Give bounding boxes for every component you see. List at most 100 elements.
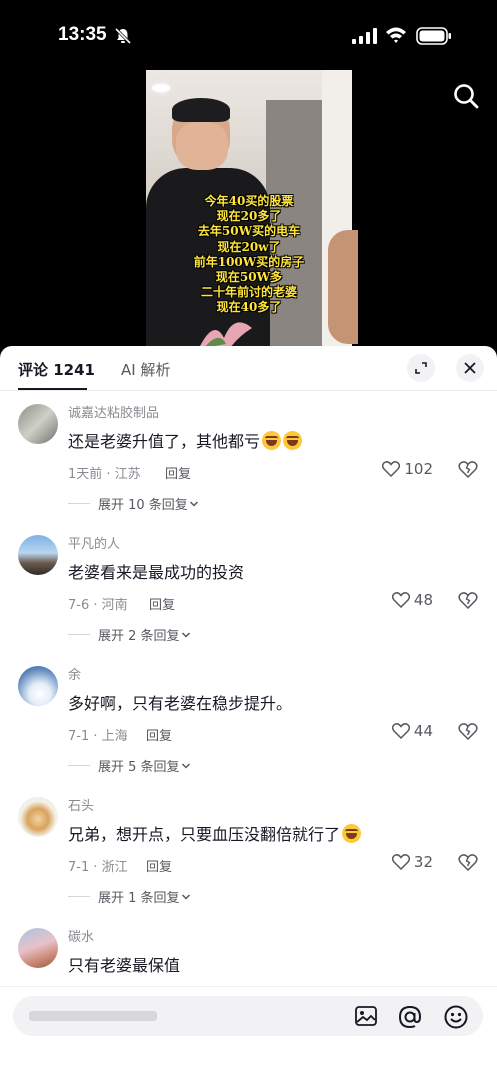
divider <box>68 634 90 635</box>
video-person-hair <box>172 98 230 122</box>
like-count: 44 <box>413 722 433 740</box>
heart-icon <box>391 854 410 870</box>
image-icon[interactable] <box>354 1004 378 1028</box>
tab-underline <box>18 388 87 390</box>
comment-username[interactable]: 诚嘉达粘胶制品 <box>68 402 159 421</box>
expand-replies-label: 展开 10 条回复 <box>98 498 188 513</box>
heart-icon <box>391 723 410 739</box>
comment-username[interactable]: 碳水 <box>68 926 94 945</box>
avatar[interactable] <box>18 666 58 706</box>
battery-icon <box>416 27 451 45</box>
expand-replies-label: 展开 1 条回复 <box>98 891 180 906</box>
video-frame[interactable]: 今年40买的股票 现在20多了 去年50W买的电车 现在20w了 前年100W买… <box>146 70 352 346</box>
status-bar: 13:35 <box>0 0 497 70</box>
comment-input[interactable] <box>13 996 483 1036</box>
avatar[interactable] <box>18 535 58 575</box>
chevron-down-icon <box>189 500 198 507</box>
comment-item: 诚嘉达粘胶制品 还是老婆升值了，其他都亏 1天前 · 江苏 回复 102 展开 … <box>0 395 497 525</box>
heart-icon <box>391 592 410 608</box>
comment-meta: 7-6 · 河南 <box>68 598 128 613</box>
avatar[interactable] <box>18 928 58 968</box>
expand-replies[interactable]: 展开 5 条回复 <box>68 756 192 775</box>
like-button[interactable]: 44 <box>391 722 433 740</box>
reply-button[interactable]: 回复 <box>165 463 191 482</box>
status-time: 13:35 <box>58 24 107 45</box>
comment-tabs: 评论 1241 AI 解析 <box>0 346 497 391</box>
comment-text: 只有老婆最保值 <box>68 956 181 975</box>
dislike-icon[interactable] <box>458 723 478 740</box>
expand-button[interactable] <box>407 354 435 382</box>
divider <box>68 503 90 504</box>
chevron-down-icon <box>181 893 190 900</box>
comment-text: 多好啊，只有老婆在稳步提升。 <box>68 694 293 713</box>
reply-button[interactable]: 回复 <box>149 594 175 613</box>
dislike-icon[interactable] <box>458 592 478 609</box>
wifi-icon <box>386 27 406 43</box>
at-icon[interactable] <box>397 1004 423 1030</box>
caption-line: 现在20w了 <box>217 239 281 254</box>
comment-sheet: 评论 1241 AI 解析 诚嘉达粘胶制品 还是老婆升值了，其他都亏 1天前 ·… <box>0 346 497 1080</box>
laughing-tears-emoji-icon <box>342 824 362 843</box>
comment-text-row: 还是老婆升值了，其他都亏 <box>68 428 303 452</box>
heart-icon <box>382 461 401 477</box>
caption-line: 前年100W买的房子 <box>193 254 305 269</box>
comment-meta: 7-1 · 浙江 <box>68 860 128 875</box>
like-count: 102 <box>404 460 433 478</box>
expand-replies-label: 展开 5 条回复 <box>98 760 180 775</box>
video-caption: 今年40买的股票 现在20多了 去年50W买的电车 现在20w了 前年100W买… <box>146 194 352 316</box>
chevron-down-icon <box>181 631 190 638</box>
tab-ai-analysis[interactable]: AI 解析 <box>121 359 170 380</box>
close-button[interactable] <box>456 354 484 382</box>
comment-input-bar <box>0 986 497 1080</box>
tab-comments[interactable]: 评论 1241 <box>18 359 95 380</box>
comment-item: 余 多好啊，只有老婆在稳步提升。 7-1 · 上海 回复 44 展开 5 条回复 <box>0 657 497 787</box>
avatar[interactable] <box>18 797 58 837</box>
close-icon <box>464 362 476 374</box>
caption-line: 今年40买的股票 <box>204 194 294 208</box>
dislike-icon[interactable] <box>458 854 478 871</box>
blurred-placeholder <box>29 1011 157 1021</box>
divider <box>68 896 90 897</box>
signal-icon <box>352 28 377 44</box>
comment-text: 老婆看来是最成功的投资 <box>68 563 245 582</box>
dislike-icon[interactable] <box>458 461 478 478</box>
video-person-hands <box>176 122 228 170</box>
like-count: 32 <box>413 853 433 871</box>
comment-text: 兄弟，想开点，只要血压没翻倍就行了 <box>68 825 341 844</box>
comment-meta: 1天前 · 江苏 <box>68 467 141 482</box>
expand-icon <box>415 362 427 374</box>
comment-username[interactable]: 平凡的人 <box>68 533 120 552</box>
like-button[interactable]: 48 <box>391 591 433 609</box>
expand-replies[interactable]: 展开 1 条回复 <box>68 887 192 906</box>
like-button[interactable]: 32 <box>391 853 433 871</box>
video-ceiling-light <box>152 84 170 92</box>
grin-sweat-emoji-icon <box>283 431 303 450</box>
comment-username[interactable]: 石头 <box>68 795 94 814</box>
bell-slash-icon <box>114 27 132 45</box>
expand-replies[interactable]: 展开 2 条回复 <box>68 625 192 644</box>
reply-button[interactable]: 回复 <box>146 856 172 875</box>
comment-username[interactable]: 余 <box>68 664 81 683</box>
video-arm <box>328 230 358 344</box>
caption-line: 现在40多了 <box>216 300 282 315</box>
comment-item: 石头 兄弟，想开点，只要血压没翻倍就行了 7-1 · 浙江 回复 32 展开 1… <box>0 788 497 918</box>
comment-meta: 7-1 · 上海 <box>68 729 128 744</box>
comment-text: 还是老婆升值了，其他都亏 <box>68 432 261 451</box>
search-icon[interactable] <box>452 82 480 110</box>
like-count: 48 <box>413 591 433 609</box>
reply-button[interactable]: 回复 <box>146 725 172 744</box>
divider <box>68 765 90 766</box>
caption-line: 去年50W买的电车 <box>197 224 301 239</box>
expand-replies-label: 展开 2 条回复 <box>98 629 180 644</box>
like-button[interactable]: 102 <box>382 460 433 478</box>
caption-line: 现在20多了 <box>216 209 282 224</box>
chevron-down-icon <box>181 762 190 769</box>
emoji-icon[interactable] <box>443 1004 469 1030</box>
grin-sweat-emoji-icon <box>262 431 282 450</box>
caption-line: 二十年前讨的老婆 <box>200 285 297 300</box>
comment-text-row: 兄弟，想开点，只要血压没翻倍就行了 <box>68 821 362 845</box>
expand-replies[interactable]: 展开 10 条回复 <box>68 494 200 513</box>
avatar[interactable] <box>18 404 58 444</box>
caption-line: 现在50W多 <box>215 270 283 285</box>
comment-item: 平凡的人 老婆看来是最成功的投资 7-6 · 河南 回复 48 展开 2 条回复 <box>0 526 497 656</box>
